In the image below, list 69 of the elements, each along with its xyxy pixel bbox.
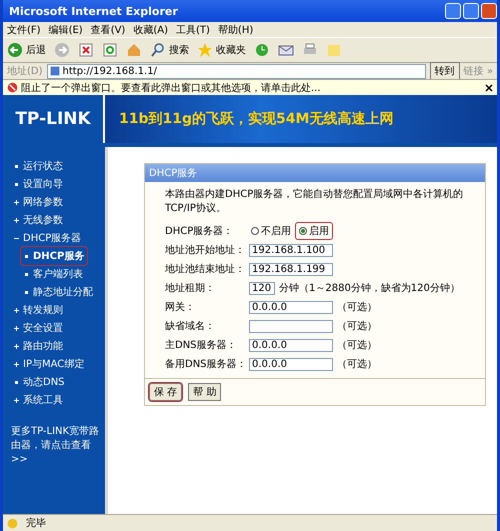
logo: TP-LINK: [3, 95, 105, 143]
form-button[interactable]: 保 存: [149, 383, 182, 401]
field-label: 地址池开始地址：: [165, 244, 246, 257]
nav-item[interactable]: 设置向导: [11, 175, 66, 193]
menu-item[interactable]: 查看(V): [90, 22, 126, 36]
input-field[interactable]: 0.0.0.0: [249, 358, 333, 370]
menu-item[interactable]: 工具(T): [176, 22, 210, 36]
field-note: （可选）: [337, 320, 377, 333]
option-label[interactable]: 不启用: [261, 224, 291, 238]
menu-item[interactable]: 帮助(H): [218, 22, 254, 36]
close-button[interactable]: [481, 3, 497, 19]
option-label[interactable]: 启用: [309, 224, 329, 238]
input-field[interactable]: 0.0.0.0: [249, 338, 333, 352]
banner: 11b到11g的飞跃，实现54M无线高速上网: [105, 95, 497, 143]
nav-item[interactable]: 运行状态: [11, 157, 66, 175]
history-icon[interactable]: [254, 42, 270, 58]
menu-item[interactable]: 文件(F): [7, 22, 41, 36]
nav-item[interactable]: 转发规则: [11, 301, 66, 319]
close-icon[interactable]: [485, 84, 493, 92]
nav-item[interactable]: 网络参数: [11, 193, 66, 211]
nav-item[interactable]: 路由功能: [11, 337, 66, 355]
radio-button[interactable]: [299, 227, 307, 235]
nav-item[interactable]: IP与MAC绑定: [11, 355, 88, 373]
nav-item[interactable]: DHCP服务: [21, 247, 88, 265]
more-link[interactable]: 更多TP-LINK宽带路由器，请点击查看 >>: [11, 425, 103, 467]
field-note: （可选）: [337, 300, 377, 314]
address-field[interactable]: http://192.168.1.1/: [46, 64, 426, 78]
field-label: 备用DNS服务器：: [165, 358, 248, 371]
nav-item[interactable]: 静态地址分配: [21, 283, 96, 301]
field-label: 主DNS服务器：: [165, 338, 238, 352]
search-button[interactable]: 搜索: [150, 42, 189, 58]
minimize-button[interactable]: [445, 3, 461, 19]
nav-item[interactable]: 无线参数: [11, 211, 66, 229]
form-button[interactable]: 帮 助: [188, 383, 222, 401]
field-label: 地址池结束地址：: [165, 262, 246, 276]
radio-button[interactable]: [251, 227, 259, 235]
field-note: 分钟（1～2880分钟，缺省为120分钟）: [279, 282, 460, 295]
field-note: （可选）: [337, 338, 377, 352]
panel-title: DHCP服务: [145, 164, 485, 182]
stop-icon[interactable]: [78, 42, 94, 58]
nav-item[interactable]: DHCP服务器: [11, 229, 84, 247]
field-label: DHCP服务器：: [165, 225, 234, 238]
input-field[interactable]: [249, 320, 333, 332]
maximize-button[interactable]: [463, 3, 479, 19]
field-label: 地址租期：: [165, 282, 216, 295]
nav-item[interactable]: 动态DNS: [11, 373, 68, 391]
back-button[interactable]: 后退: [7, 42, 46, 58]
window-title: Microsoft Internet Explorer: [9, 4, 178, 18]
field-note: （可选）: [337, 358, 377, 371]
address-label: 地址(D): [7, 64, 43, 78]
star-icon: [197, 42, 213, 58]
favorites-button[interactable]: 收藏夹: [197, 42, 246, 58]
field-label: 网关：: [165, 300, 196, 314]
nav-item[interactable]: 系统工具: [11, 391, 66, 409]
menu-item[interactable]: 编辑(E): [48, 22, 83, 36]
input-field[interactable]: 120: [249, 282, 275, 294]
refresh-icon[interactable]: [102, 42, 118, 58]
nav-item[interactable]: 客户端列表: [21, 265, 86, 283]
blocked-icon: [7, 82, 18, 93]
menu-item[interactable]: 收藏(A): [133, 22, 168, 36]
field-label: 缺省域名：: [165, 320, 216, 333]
input-field[interactable]: 192.168.1.100: [249, 244, 333, 256]
status-text: 完毕: [26, 516, 46, 530]
input-field[interactable]: 192.168.1.199: [249, 262, 333, 276]
input-field[interactable]: 0.0.0.0: [249, 300, 333, 314]
panel-description: 本路由器内建DHCP服务器，它能自动替您配置局域网中各计算机的TCP/IP协议。: [165, 188, 464, 216]
magnifier-icon: [150, 42, 166, 58]
nav-item[interactable]: 安全设置: [11, 319, 66, 337]
go-button[interactable]: 转到: [430, 62, 460, 80]
